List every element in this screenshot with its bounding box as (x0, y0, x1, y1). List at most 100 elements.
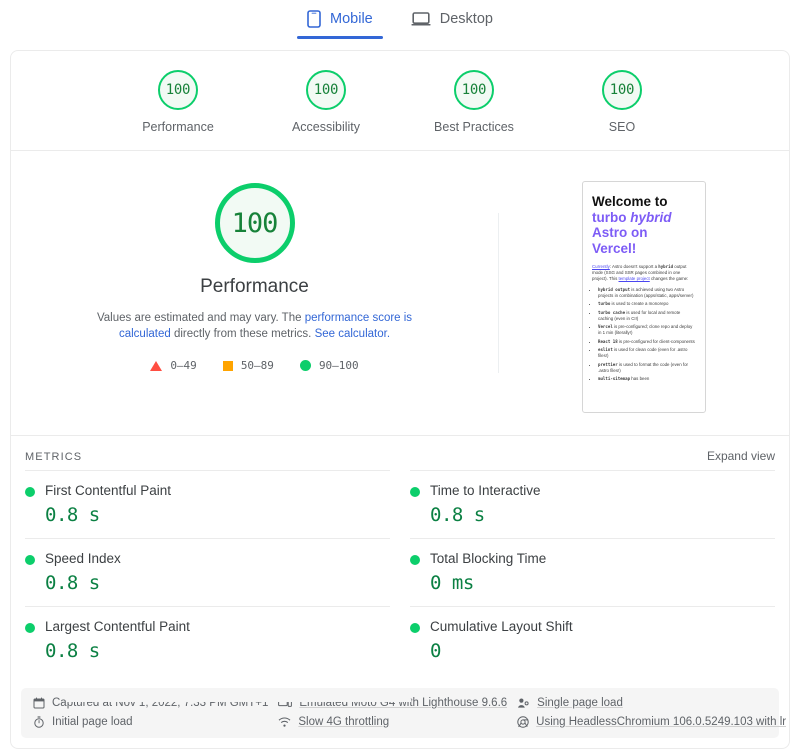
tab-mobile-label: Mobile (330, 11, 373, 27)
category-best-practices[interactable]: 100 Best Practices (424, 70, 524, 134)
thumbnail-bullet-code: prettier (598, 361, 618, 367)
metric-value: 0.8 s (45, 640, 100, 662)
metric-value: 0.8 s (430, 504, 485, 526)
final-screenshot-panel: Welcome to turbo hybrid Astro on Vercel!… (499, 177, 789, 413)
metric-name: First Contentful Paint (45, 483, 172, 498)
metric-value: 0.8 s (45, 504, 100, 526)
legend-average[interactable]: 50–89 (222, 359, 274, 372)
category-seo[interactable]: 100 SEO (572, 70, 672, 134)
performance-score-gauge: 100 (158, 70, 198, 110)
device-tab-bar: Mobile Desktop (0, 0, 800, 40)
legend-fail-range: 0–49 (170, 359, 197, 372)
network-icon (278, 716, 291, 728)
thumbnail-bullet-text: has been (630, 376, 650, 382)
metric-largest-contentful-paint[interactable]: Largest Contentful Paint 0.8 s (25, 606, 390, 674)
pass-circle-icon (410, 555, 420, 565)
list-item: multi-sitemap has been (598, 376, 696, 382)
metrics-section-title: METRICS (25, 451, 83, 463)
metric-name: Largest Contentful Paint (45, 619, 190, 634)
tab-mobile[interactable]: Mobile (297, 5, 383, 39)
thumbnail-paragraph-c: changes the game: (649, 276, 689, 282)
legend-fail[interactable]: 0–49 (150, 359, 197, 372)
thumbnail-bullet-code: turbo cache (598, 309, 626, 315)
pass-circle-icon (25, 623, 35, 633)
metric-cumulative-layout-shift[interactable]: Cumulative Layout Shift 0 (410, 606, 775, 674)
best-practices-score-value: 100 (461, 82, 487, 98)
category-accessibility[interactable]: 100 Accessibility (276, 70, 376, 134)
tab-desktop[interactable]: Desktop (409, 6, 495, 38)
metadata-page-load-type: Initial page load (33, 716, 268, 728)
thumbnail-paragraph-a: : Astro doesn't support a (609, 264, 659, 269)
list-item: turbo is used to create a monorepo (598, 301, 696, 307)
category-performance-label: Performance (142, 120, 214, 134)
thumbnail-bullet-code: Vercel (598, 324, 613, 330)
thumbnail-heading-line3: Astro on (592, 225, 648, 240)
legend-average-range: 50–89 (240, 359, 274, 372)
performance-gauge-block: 100 Performance Values are estimated and… (11, 177, 498, 372)
list-item: React 18 is pre-configured for client-co… (598, 339, 696, 345)
see-calculator-link[interactable]: See calculator. (315, 328, 390, 340)
accessibility-score-gauge: 100 (306, 70, 346, 110)
metric-value: 0.8 s (45, 572, 100, 594)
pass-circle-icon (299, 360, 311, 371)
category-performance[interactable]: 100 Performance (128, 70, 228, 134)
thumbnail-bullet-code: eslint (598, 347, 613, 353)
pass-circle-icon (410, 623, 420, 633)
score-legend: 0–49 50–89 90–100 (150, 359, 359, 372)
metric-name: Total Blocking Time (430, 551, 547, 566)
metric-time-to-interactive[interactable]: Time to Interactive 0.8 s (410, 470, 775, 538)
metric-total-blocking-time[interactable]: Total Blocking Time 0 ms (410, 538, 775, 606)
next-section-peek (10, 694, 790, 702)
disclaimer-text-pre: Values are estimated and may vary. The (96, 312, 305, 324)
pass-circle-icon (25, 487, 35, 497)
category-best-practices-label: Best Practices (434, 120, 514, 134)
metric-first-contentful-paint[interactable]: First Contentful Paint 0.8 s (25, 470, 390, 538)
list-item: prettier is used to format the code (eve… (598, 362, 696, 374)
thumbnail-heading: Welcome to turbo hybrid Astro on Vercel! (592, 194, 696, 256)
thumbnail-heading-turbo: turbo (592, 209, 631, 225)
fail-triangle-icon (150, 360, 163, 371)
seo-score-value: 100 (609, 82, 635, 98)
accessibility-score-value: 100 (313, 82, 339, 98)
pass-circle-icon (410, 487, 420, 497)
thumbnail-paragraph-code: hybrid (658, 264, 674, 269)
performance-main-score: 100 (231, 207, 279, 239)
metadata-throttling-text: Slow 4G throttling (298, 716, 390, 728)
thumbnail-bullet-text: is pre-configured; clone repo and deploy… (598, 324, 693, 336)
thumbnail-heading-line1: Welcome to (592, 194, 668, 209)
performance-score-value: 100 (165, 82, 191, 98)
next-section-peek-bar (66, 696, 411, 702)
lighthouse-report-card: 100 Performance 100 Accessibility 100 Be… (10, 50, 790, 749)
thumbnail-paragraph: Currently: Astro doesn't support a hybri… (592, 264, 696, 283)
thumbnail-feature-list: hybrid output is achieved using two Astr… (592, 287, 696, 383)
metrics-grid: First Contentful Paint 0.8 s Time to Int… (11, 470, 789, 674)
pass-circle-icon (25, 555, 35, 565)
metric-value: 0 ms (430, 572, 474, 594)
category-accessibility-label: Accessibility (291, 120, 361, 134)
list-item: turbo cache is used for local and remote… (598, 310, 696, 322)
disclaimer-text-mid: directly from these metrics. (170, 328, 315, 340)
category-score-row: 100 Performance 100 Accessibility 100 Be… (11, 51, 789, 151)
page-screenshot-thumbnail[interactable]: Welcome to turbo hybrid Astro on Vercel!… (582, 181, 706, 413)
thumbnail-template-link: template project (618, 276, 650, 282)
legend-pass[interactable]: 90–100 (299, 359, 359, 372)
metric-speed-index[interactable]: Speed Index 0.8 s (25, 538, 390, 606)
list-item: hybrid output is achieved using two Astr… (598, 287, 696, 299)
average-square-icon (222, 360, 233, 371)
metadata-user-agent-text: Using HeadlessChromium 106.0.5249.103 wi… (536, 716, 787, 728)
thumbnail-bullet-code: hybrid output (598, 286, 631, 292)
category-seo-label: SEO (608, 120, 636, 134)
metric-name: Speed Index (45, 551, 121, 566)
thumbnail-heading-line4: Vercel! (592, 240, 637, 256)
metadata-user-agent[interactable]: Using HeadlessChromium 106.0.5249.103 wi… (517, 716, 786, 728)
metadata-throttling[interactable]: Slow 4G throttling (278, 716, 507, 728)
expand-view-toggle[interactable]: Expand view (707, 449, 775, 463)
list-item: Vercel is pre-configured; clone repo and… (598, 324, 696, 336)
thumbnail-currently-link: Currently (592, 264, 610, 269)
thumbnail-heading-line2: turbo hybrid (592, 210, 696, 226)
thumbnail-bullet-code: React 18 (598, 338, 618, 344)
thumbnail-bullet-code: multi-sitemap (598, 376, 631, 382)
chrome-icon (517, 716, 529, 728)
best-practices-score-gauge: 100 (454, 70, 494, 110)
metric-name: Time to Interactive (430, 483, 541, 498)
